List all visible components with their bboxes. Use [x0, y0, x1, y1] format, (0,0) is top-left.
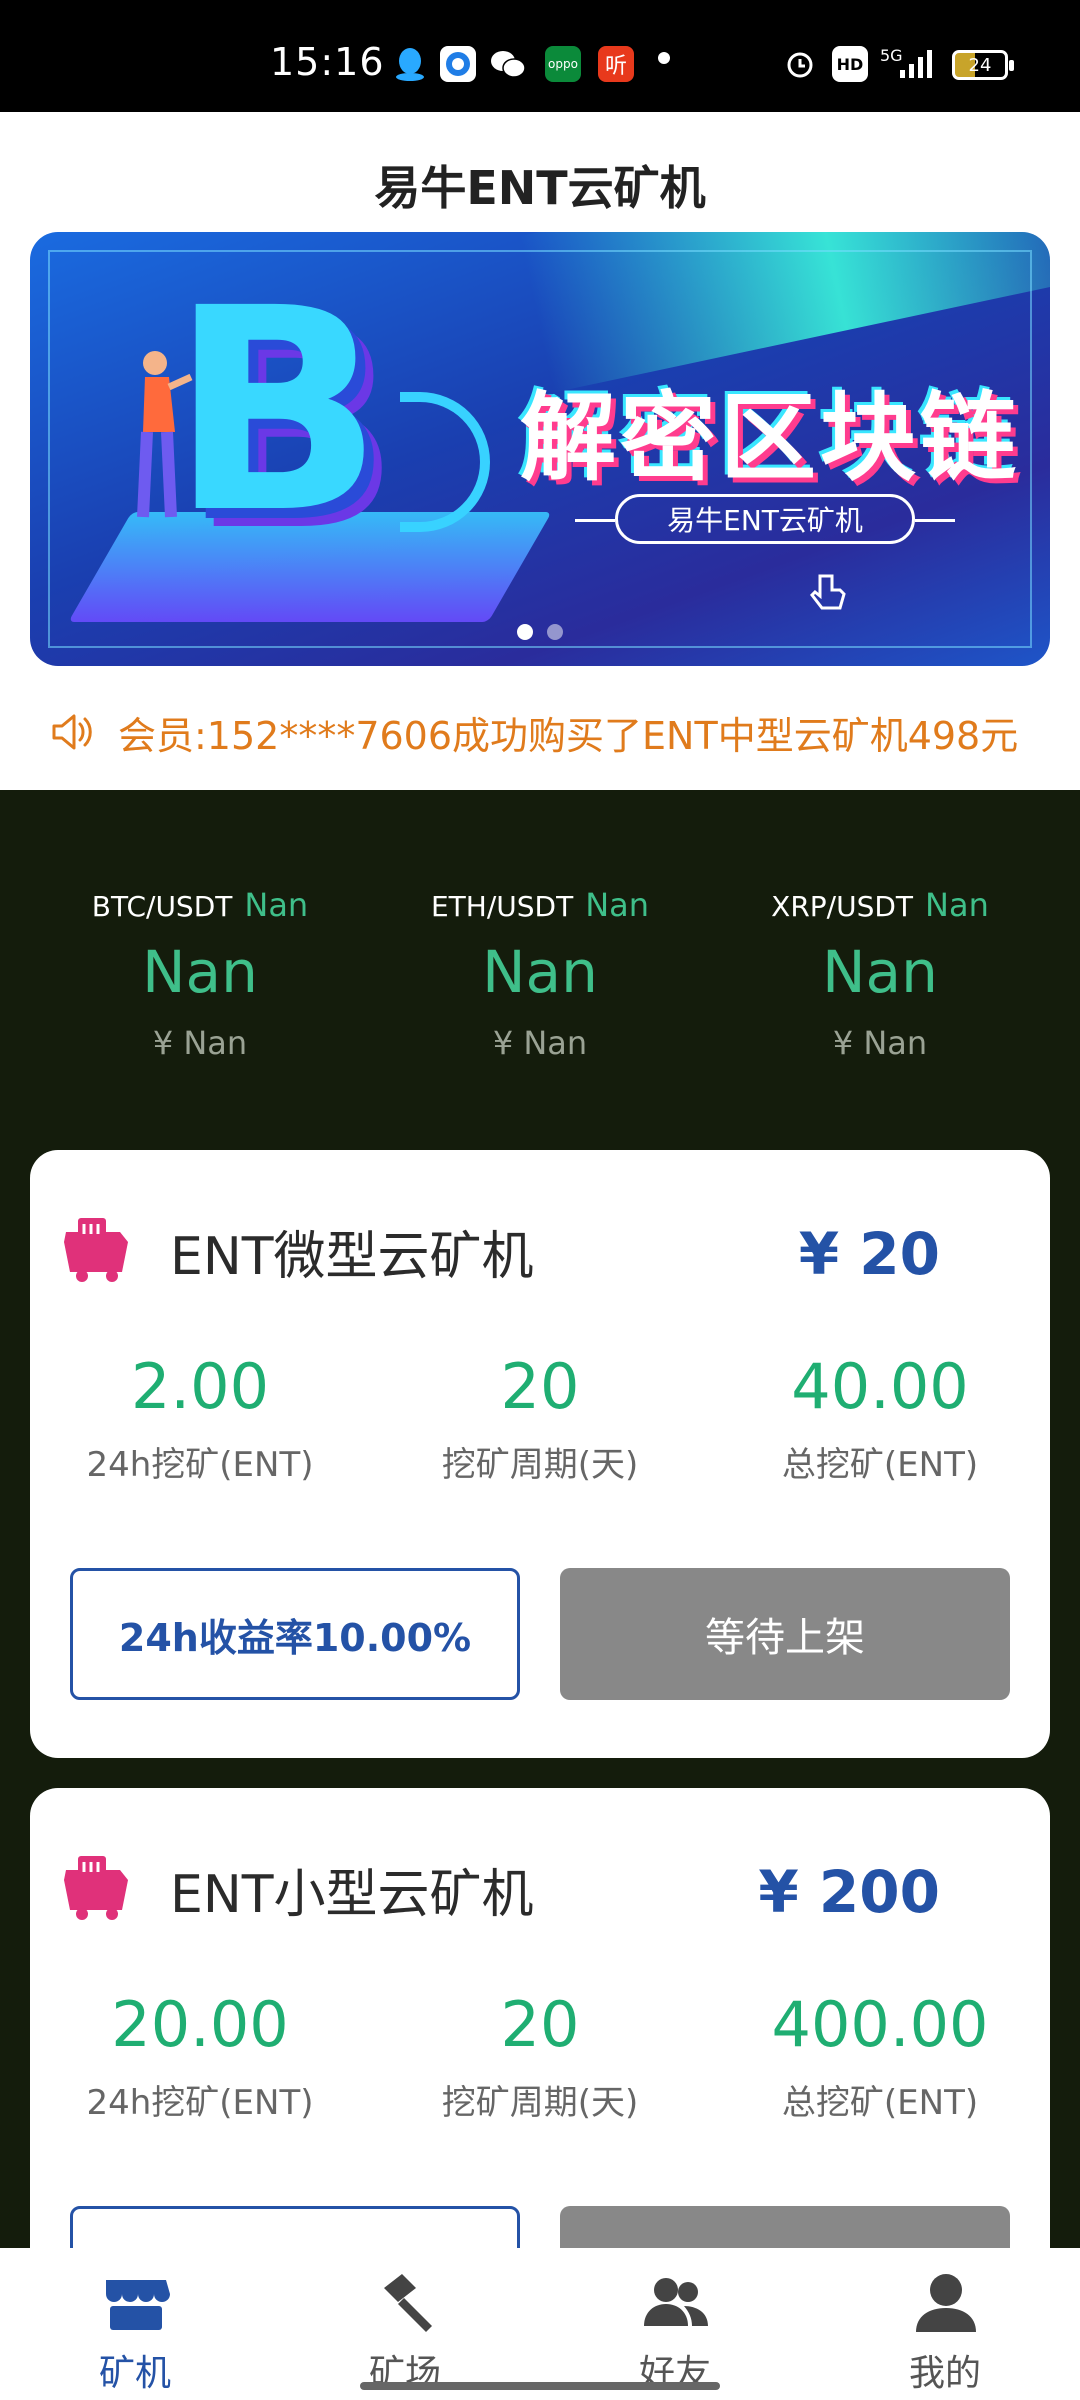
stat-value: 2.00 — [130, 1350, 270, 1423]
ticker-pair: XRP/USDT — [771, 890, 914, 923]
nav-tab-friends[interactable]: 好友 — [540, 2248, 810, 2400]
stat-daily-output: 20.00 24h挖矿(ENT) — [30, 1988, 370, 2124]
wechat-icon — [490, 46, 526, 82]
page-title: 易牛ENT云矿机 — [374, 161, 706, 215]
carousel-dot-2[interactable] — [547, 624, 563, 640]
price-ticker: BTC/USDT Nan Nan ¥ Nan ETH/USDT Nan Nan ¥ … — [0, 790, 1080, 1150]
pointer-hand-icon — [810, 574, 846, 610]
stat-label: 24h挖矿(ENT) — [86, 2083, 314, 2123]
ticker-eth[interactable]: ETH/USDT Nan Nan ¥ Nan — [370, 886, 710, 1062]
stat-label: 总挖矿(ENT) — [781, 1445, 979, 1485]
stat-label: 挖矿周期(天) — [441, 2083, 639, 2123]
stat-value: 40.00 — [791, 1350, 969, 1423]
machine-card[interactable]: ENT微型云矿机 ¥ 20 2.00 24h挖矿(ENT) 20 挖矿周期(天)… — [30, 1150, 1050, 1758]
ting-icon: 听 — [598, 46, 634, 82]
stat-label: 24h挖矿(ENT) — [86, 1445, 314, 1485]
hammer-icon — [384, 2274, 432, 2332]
stat-value: 20.00 — [111, 1988, 289, 2061]
signal-icon — [898, 46, 934, 82]
ticker-cny-price: ¥ Nan — [152, 1024, 248, 1062]
machine-name: ENT微型云矿机 — [170, 1227, 534, 1287]
profile-icon — [916, 2274, 976, 2332]
announcement-text: 会员:152****7606成功购买了ENT中型云矿机498元 — [118, 713, 1019, 758]
alarm-icon — [782, 46, 818, 82]
yield-rate-button[interactable]: 24h收益率10.00% — [70, 1568, 520, 1700]
qq-icon — [392, 46, 428, 82]
stat-value: 20 — [500, 1988, 580, 2061]
promo-banner[interactable]: B 解密区块链 易牛ENT云矿机 — [30, 232, 1050, 666]
stat-daily-output: 2.00 24h挖矿(ENT) — [30, 1350, 370, 1486]
ticker-price: Nan — [822, 938, 938, 1006]
carousel-indicators — [30, 624, 1050, 640]
status-time: 15:16 — [270, 40, 385, 84]
store-icon — [106, 2280, 170, 2330]
machine-name: ENT小型云矿机 — [170, 1865, 534, 1925]
battery-icon: 24 — [952, 50, 1014, 80]
machine-price: ¥ 200 — [758, 1858, 940, 1926]
browser-icon — [440, 46, 476, 82]
awaiting-listing-button[interactable]: 等待上架 — [560, 1568, 1010, 1700]
nav-label: 我的 — [908, 2353, 981, 2394]
ticker-btc[interactable]: BTC/USDT Nan Nan ¥ Nan — [30, 886, 370, 1062]
stat-total-output: 40.00 总挖矿(ENT) — [710, 1350, 1050, 1486]
nav-tab-miners[interactable]: 矿机 — [0, 2248, 270, 2400]
mining-cart-icon — [64, 1856, 128, 1920]
carousel-dot-1[interactable] — [517, 624, 533, 640]
friends-icon — [644, 2278, 708, 2326]
ticker-change: Nan — [585, 886, 650, 924]
nav-tab-profile[interactable]: 我的 — [810, 2248, 1080, 2400]
ticker-pair: ETH/USDT — [430, 890, 574, 923]
stat-label: 总挖矿(ENT) — [781, 2083, 979, 2123]
machine-price: ¥ 20 — [798, 1220, 940, 1288]
nav-tab-mine-field[interactable]: 矿场 — [270, 2248, 540, 2400]
ticker-pair: BTC/USDT — [91, 890, 233, 923]
banner-line-right — [915, 519, 955, 522]
bottom-navigation: 矿机 矿场 好友 我的 — [0, 2248, 1080, 2400]
banner-headline: 解密区块链 — [520, 382, 1020, 494]
dot-icon — [658, 52, 670, 64]
ticker-price: Nan — [482, 938, 598, 1006]
announcement-bar[interactable]: 会员:152****7606成功购买了ENT中型云矿机498元 — [48, 702, 1038, 762]
stat-total-output: 400.00 总挖矿(ENT) — [710, 1988, 1050, 2124]
home-indicator[interactable] — [360, 2382, 720, 2390]
stat-cycle: 20 挖矿周期(天) — [370, 1988, 710, 2124]
mining-cart-icon — [64, 1218, 128, 1282]
ticker-change: Nan — [925, 886, 989, 924]
hd-icon: HD — [832, 46, 868, 82]
banner-subtitle: 易牛ENT云矿机 — [615, 494, 915, 544]
stat-label: 挖矿周期(天) — [441, 1445, 639, 1485]
oppo-icon: oppo — [545, 46, 581, 82]
stat-cycle: 20 挖矿周期(天) — [370, 1350, 710, 1486]
status-bar: 15:16 oppo 听 HD 5G 24 — [0, 0, 1080, 112]
bitcoin-icon: B — [170, 249, 384, 575]
nav-label: 矿机 — [98, 2353, 171, 2394]
ticker-xrp[interactable]: XRP/USDT Nan Nan ¥ Nan — [710, 886, 1050, 1062]
ticker-change: Nan — [244, 886, 309, 924]
ticker-cny-price: ¥ Nan — [492, 1024, 588, 1062]
person-illustration — [137, 351, 193, 518]
stat-value: 400.00 — [771, 1988, 989, 2061]
ticker-price: Nan — [142, 938, 258, 1006]
banner-line-left — [575, 519, 615, 522]
stat-value: 20 — [500, 1350, 580, 1423]
speaker-icon — [52, 714, 92, 750]
ticker-cny-price: ¥ Nan — [832, 1024, 928, 1062]
header-section: 易牛ENT云矿机 B 解密区块链 易牛ENT云矿机 会员:152****7606 — [0, 112, 1080, 790]
